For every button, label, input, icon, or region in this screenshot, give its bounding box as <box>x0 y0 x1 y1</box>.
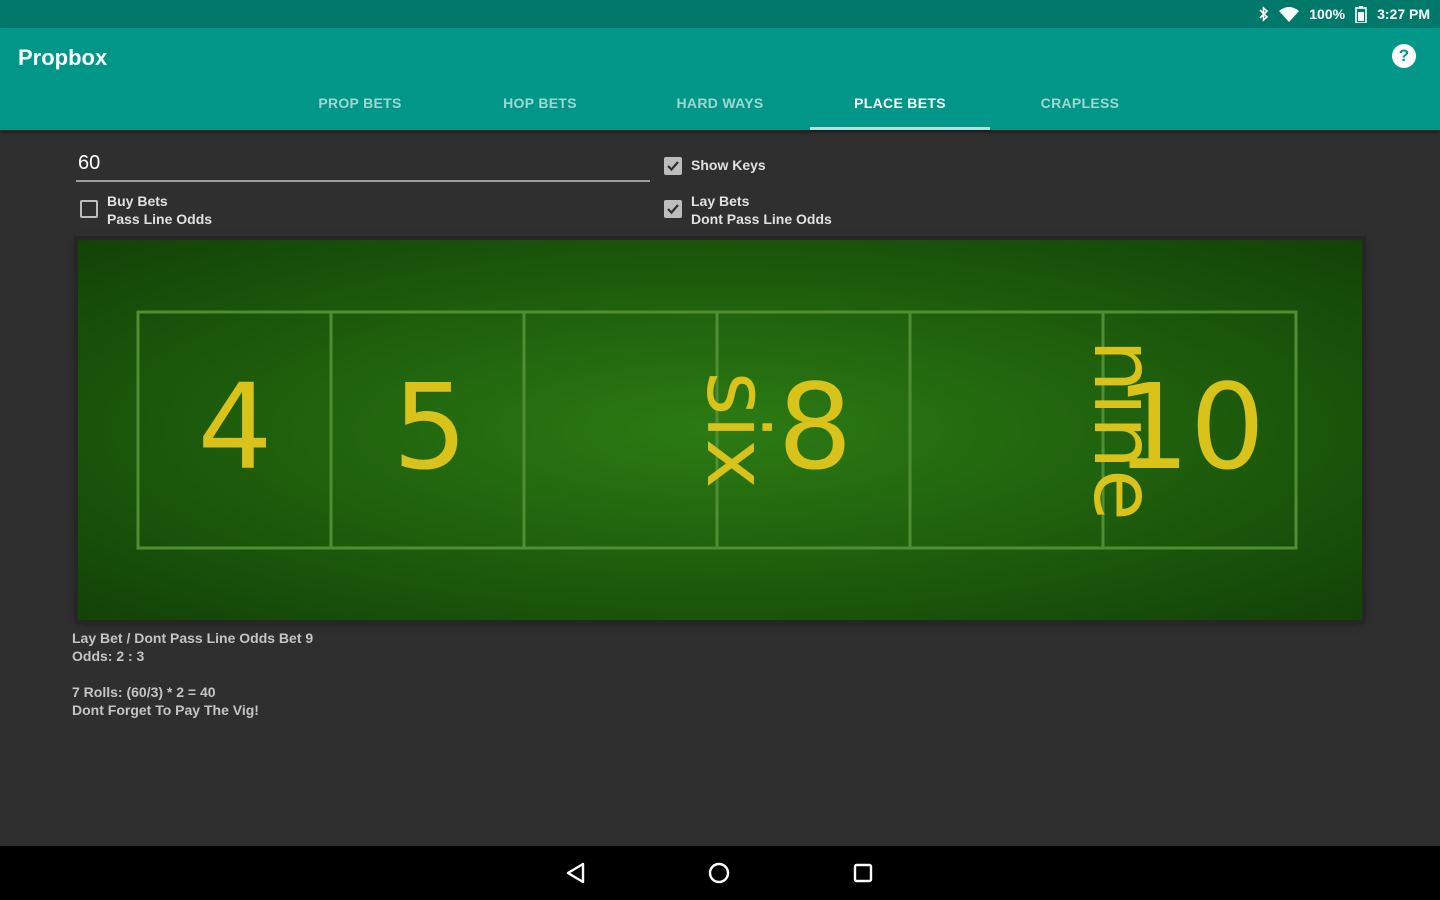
lay-bets-check-box[interactable] <box>664 200 682 218</box>
lay-bets-label: Lay Bets Dont Pass Line Odds <box>691 192 832 228</box>
home-icon[interactable] <box>706 860 732 886</box>
wifi-icon <box>1279 6 1300 22</box>
result-payout: 7 Rolls: (60/3) * 2 = 40 <box>72 684 216 700</box>
tab-crapless[interactable]: CRAPLESS <box>990 76 1170 130</box>
buy-bets-checkbox[interactable]: Buy Bets Pass Line Odds <box>80 192 212 228</box>
place-number-10: 10 <box>1115 358 1265 496</box>
bet-amount-input[interactable] <box>76 150 650 182</box>
result-vig-reminder: Dont Forget To Pay The Vig! <box>72 702 259 718</box>
result-bet-info: Lay Bet / Dont Pass Line Odds Bet 9 Odds… <box>72 629 313 665</box>
buy-bets-label: Buy Bets Pass Line Odds <box>107 192 212 228</box>
result-payout-info: 7 Rolls: (60/3) * 2 = 40 Dont Forget To … <box>72 683 259 719</box>
place-box-8[interactable]: 8 <box>719 314 909 546</box>
buy-bets-label-line1: Buy Bets <box>107 193 168 209</box>
tab-prop-bets[interactable]: PROP BETS <box>270 76 450 130</box>
system-nav-bar <box>0 846 1440 900</box>
tab-hard-ways[interactable]: HARD WAYS <box>630 76 810 130</box>
tab-bar: PROP BETS HOP BETS HARD WAYS PLACE BETS … <box>270 76 1170 130</box>
tab-hop-bets[interactable]: HOP BETS <box>450 76 630 130</box>
show-keys-checkbox[interactable]: Show Keys <box>664 156 766 175</box>
show-keys-check-box[interactable] <box>664 157 682 175</box>
show-keys-label: Show Keys <box>691 157 766 173</box>
lay-bets-checkbox[interactable]: Lay Bets Dont Pass Line Odds <box>664 192 832 228</box>
status-time: 3:27 PM <box>1377 6 1430 22</box>
place-box-10[interactable]: 10 <box>1105 314 1295 546</box>
place-bets-table: 4 5 six 8 nine 10 <box>78 240 1362 620</box>
buy-bets-check-box[interactable] <box>80 200 98 218</box>
back-icon[interactable] <box>563 860 589 886</box>
place-number-8: 8 <box>777 358 852 496</box>
help-icon[interactable]: ? <box>1392 44 1416 68</box>
bluetooth-icon <box>1259 6 1269 22</box>
place-bets-board: 4 5 six 8 nine 10 <box>136 310 1298 550</box>
app-bar: Propbox ? PROP BETS HOP BETS HARD WAYS P… <box>0 28 1440 130</box>
place-box-5[interactable]: 5 <box>333 314 523 546</box>
battery-icon <box>1355 5 1367 23</box>
app-title: Propbox <box>18 45 108 70</box>
result-bet-type: Lay Bet / Dont Pass Line Odds Bet 9 <box>72 630 314 646</box>
place-box-4[interactable]: 4 <box>140 314 330 546</box>
buy-bets-label-line2: Pass Line Odds <box>107 211 213 227</box>
result-odds: Odds: 2 : 3 <box>72 648 145 664</box>
help-glyph: ? <box>1398 46 1410 65</box>
tab-place-bets[interactable]: PLACE BETS <box>810 76 990 130</box>
place-number-4: 4 <box>197 358 272 496</box>
lay-bets-label-line2: Dont Pass Line Odds <box>691 211 832 227</box>
place-number-5: 5 <box>392 358 467 496</box>
lay-bets-label-line1: Lay Bets <box>691 193 750 209</box>
recents-icon[interactable] <box>850 860 876 886</box>
battery-percent: 100% <box>1309 6 1346 22</box>
status-bar: 100% 3:27 PM <box>0 0 1440 28</box>
